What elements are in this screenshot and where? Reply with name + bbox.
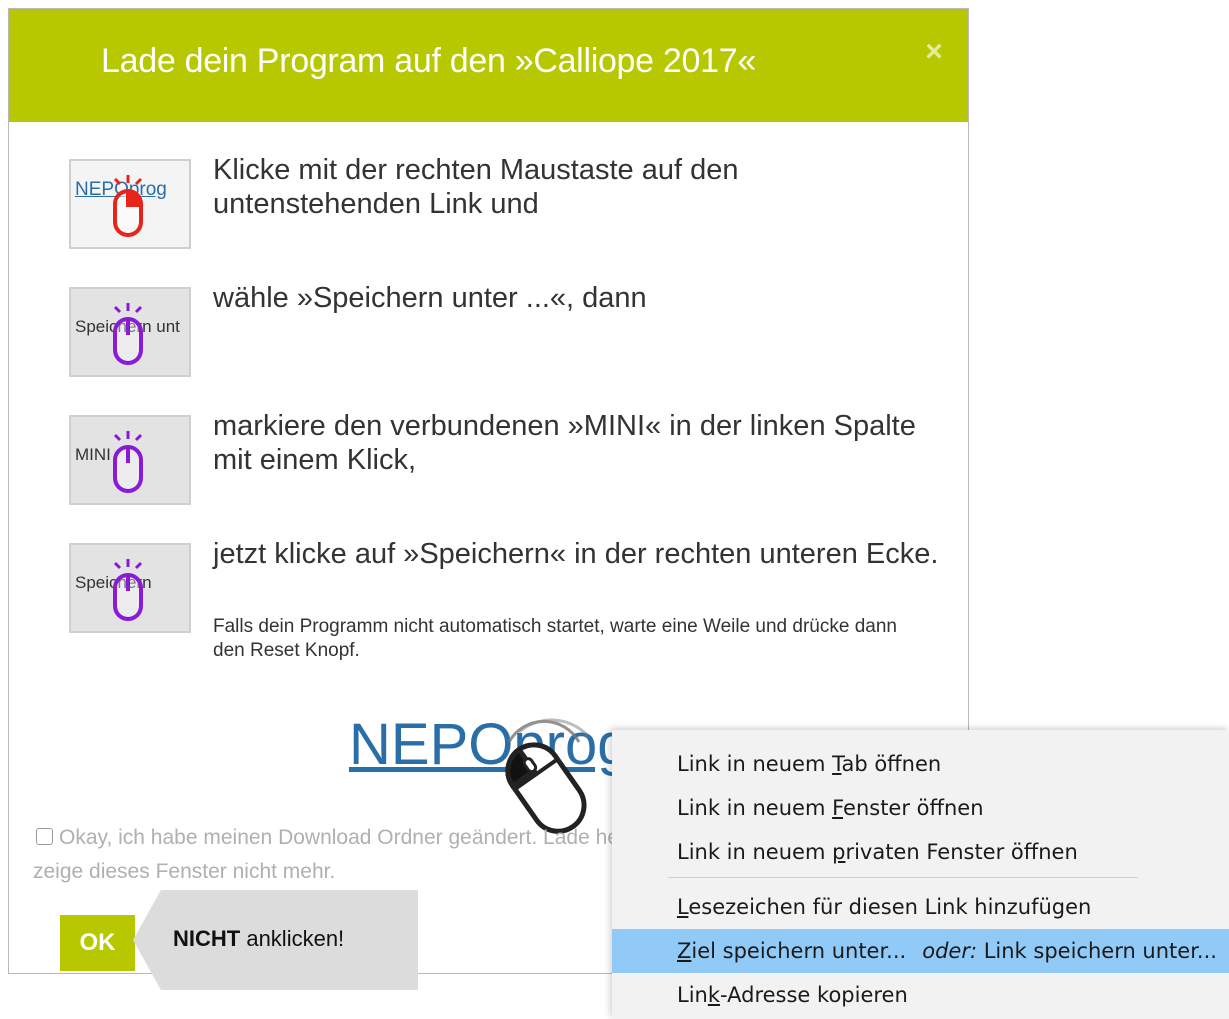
menu-accesskey: L [677, 895, 689, 919]
menu-item-open-window[interactable]: Link in neuem Fenster öffnen [612, 786, 1229, 830]
thumbnail-text: MINI [75, 445, 111, 464]
step-4-thumbnail: Speichern [69, 543, 191, 633]
menu-label: ab öffnen [841, 752, 942, 776]
step-3-text: markiere den verbundenen »MINI« in der l… [213, 410, 916, 476]
step-2-thumbnail: Speichern unt [69, 287, 191, 377]
callout-bold: NICHT [173, 926, 241, 951]
warning-callout: NICHT anklicken! [133, 890, 418, 990]
menu-label: Link in neuem [677, 840, 833, 864]
dialog-header: Lade dein Program auf den »Calliope 2017… [9, 9, 968, 122]
step-1-thumbnail: NEPOprog [69, 159, 191, 249]
menu-label: Link in neuem [677, 796, 833, 820]
menu-label: Link in neuem [677, 752, 833, 776]
left-click-mouse-icon [113, 431, 143, 493]
menu-item-save-link-as[interactable]: Ziel speichern unter... oder: Link speich… [612, 929, 1229, 973]
dont-show-again-checkbox[interactable] [36, 827, 53, 845]
dialog-title: Lade dein Program auf den »Calliope 2017… [101, 42, 756, 80]
left-click-mouse-icon [113, 559, 143, 621]
step-3-thumbnail: MINI [69, 415, 191, 505]
menu-accesskey: Z [677, 939, 692, 963]
callout-text: NICHT anklicken! [173, 926, 344, 952]
right-click-mouse-icon [113, 175, 143, 237]
menu-accesskey: F [832, 796, 844, 820]
step-2-text: wähle »Speichern unter ...«, dann [213, 282, 647, 314]
menu-item-copy-link[interactable]: Link-Adresse kopieren [612, 973, 1229, 1017]
ok-button[interactable]: OK [60, 915, 135, 971]
menu-label: Lin [677, 983, 708, 1007]
menu-alt-hint: oder: [922, 939, 978, 963]
menu-label: enster öffnen [843, 796, 984, 820]
menu-alt-label: Link speichern unter... [977, 939, 1217, 963]
close-icon[interactable]: × [919, 37, 949, 67]
menu-item-open-tab[interactable]: Link in neuem Tab öffnen [612, 742, 1229, 786]
menu-accesskey: p [832, 840, 846, 864]
callout-rest: anklicken! [240, 926, 345, 951]
menu-label: iel speichern unter... [691, 939, 907, 963]
menu-label: esezeichen für diesen Link hinzufügen [688, 895, 1092, 919]
menu-accesskey: k [707, 983, 721, 1007]
menu-item-open-private-window[interactable]: Link in neuem privaten Fenster öffnen [612, 830, 1229, 874]
menu-item-bookmark-link[interactable]: Lesezeichen für diesen Link hinzufügen [612, 885, 1229, 929]
step-4-note: Falls dein Programm nicht automatisch st… [213, 616, 897, 661]
step-1-text: Klicke mit der rechten Maustaste auf den… [213, 154, 739, 220]
menu-separator [668, 877, 1138, 878]
left-click-mouse-icon [113, 303, 143, 365]
context-menu: Link in neuem Tab öffnen Link in neuem F… [612, 730, 1229, 1019]
menu-label: rivaten Fenster öffnen [845, 840, 1078, 864]
step-4-text: jetzt klicke auf »Speichern« in der rech… [213, 538, 939, 570]
menu-label: -Adresse kopieren [720, 983, 908, 1007]
